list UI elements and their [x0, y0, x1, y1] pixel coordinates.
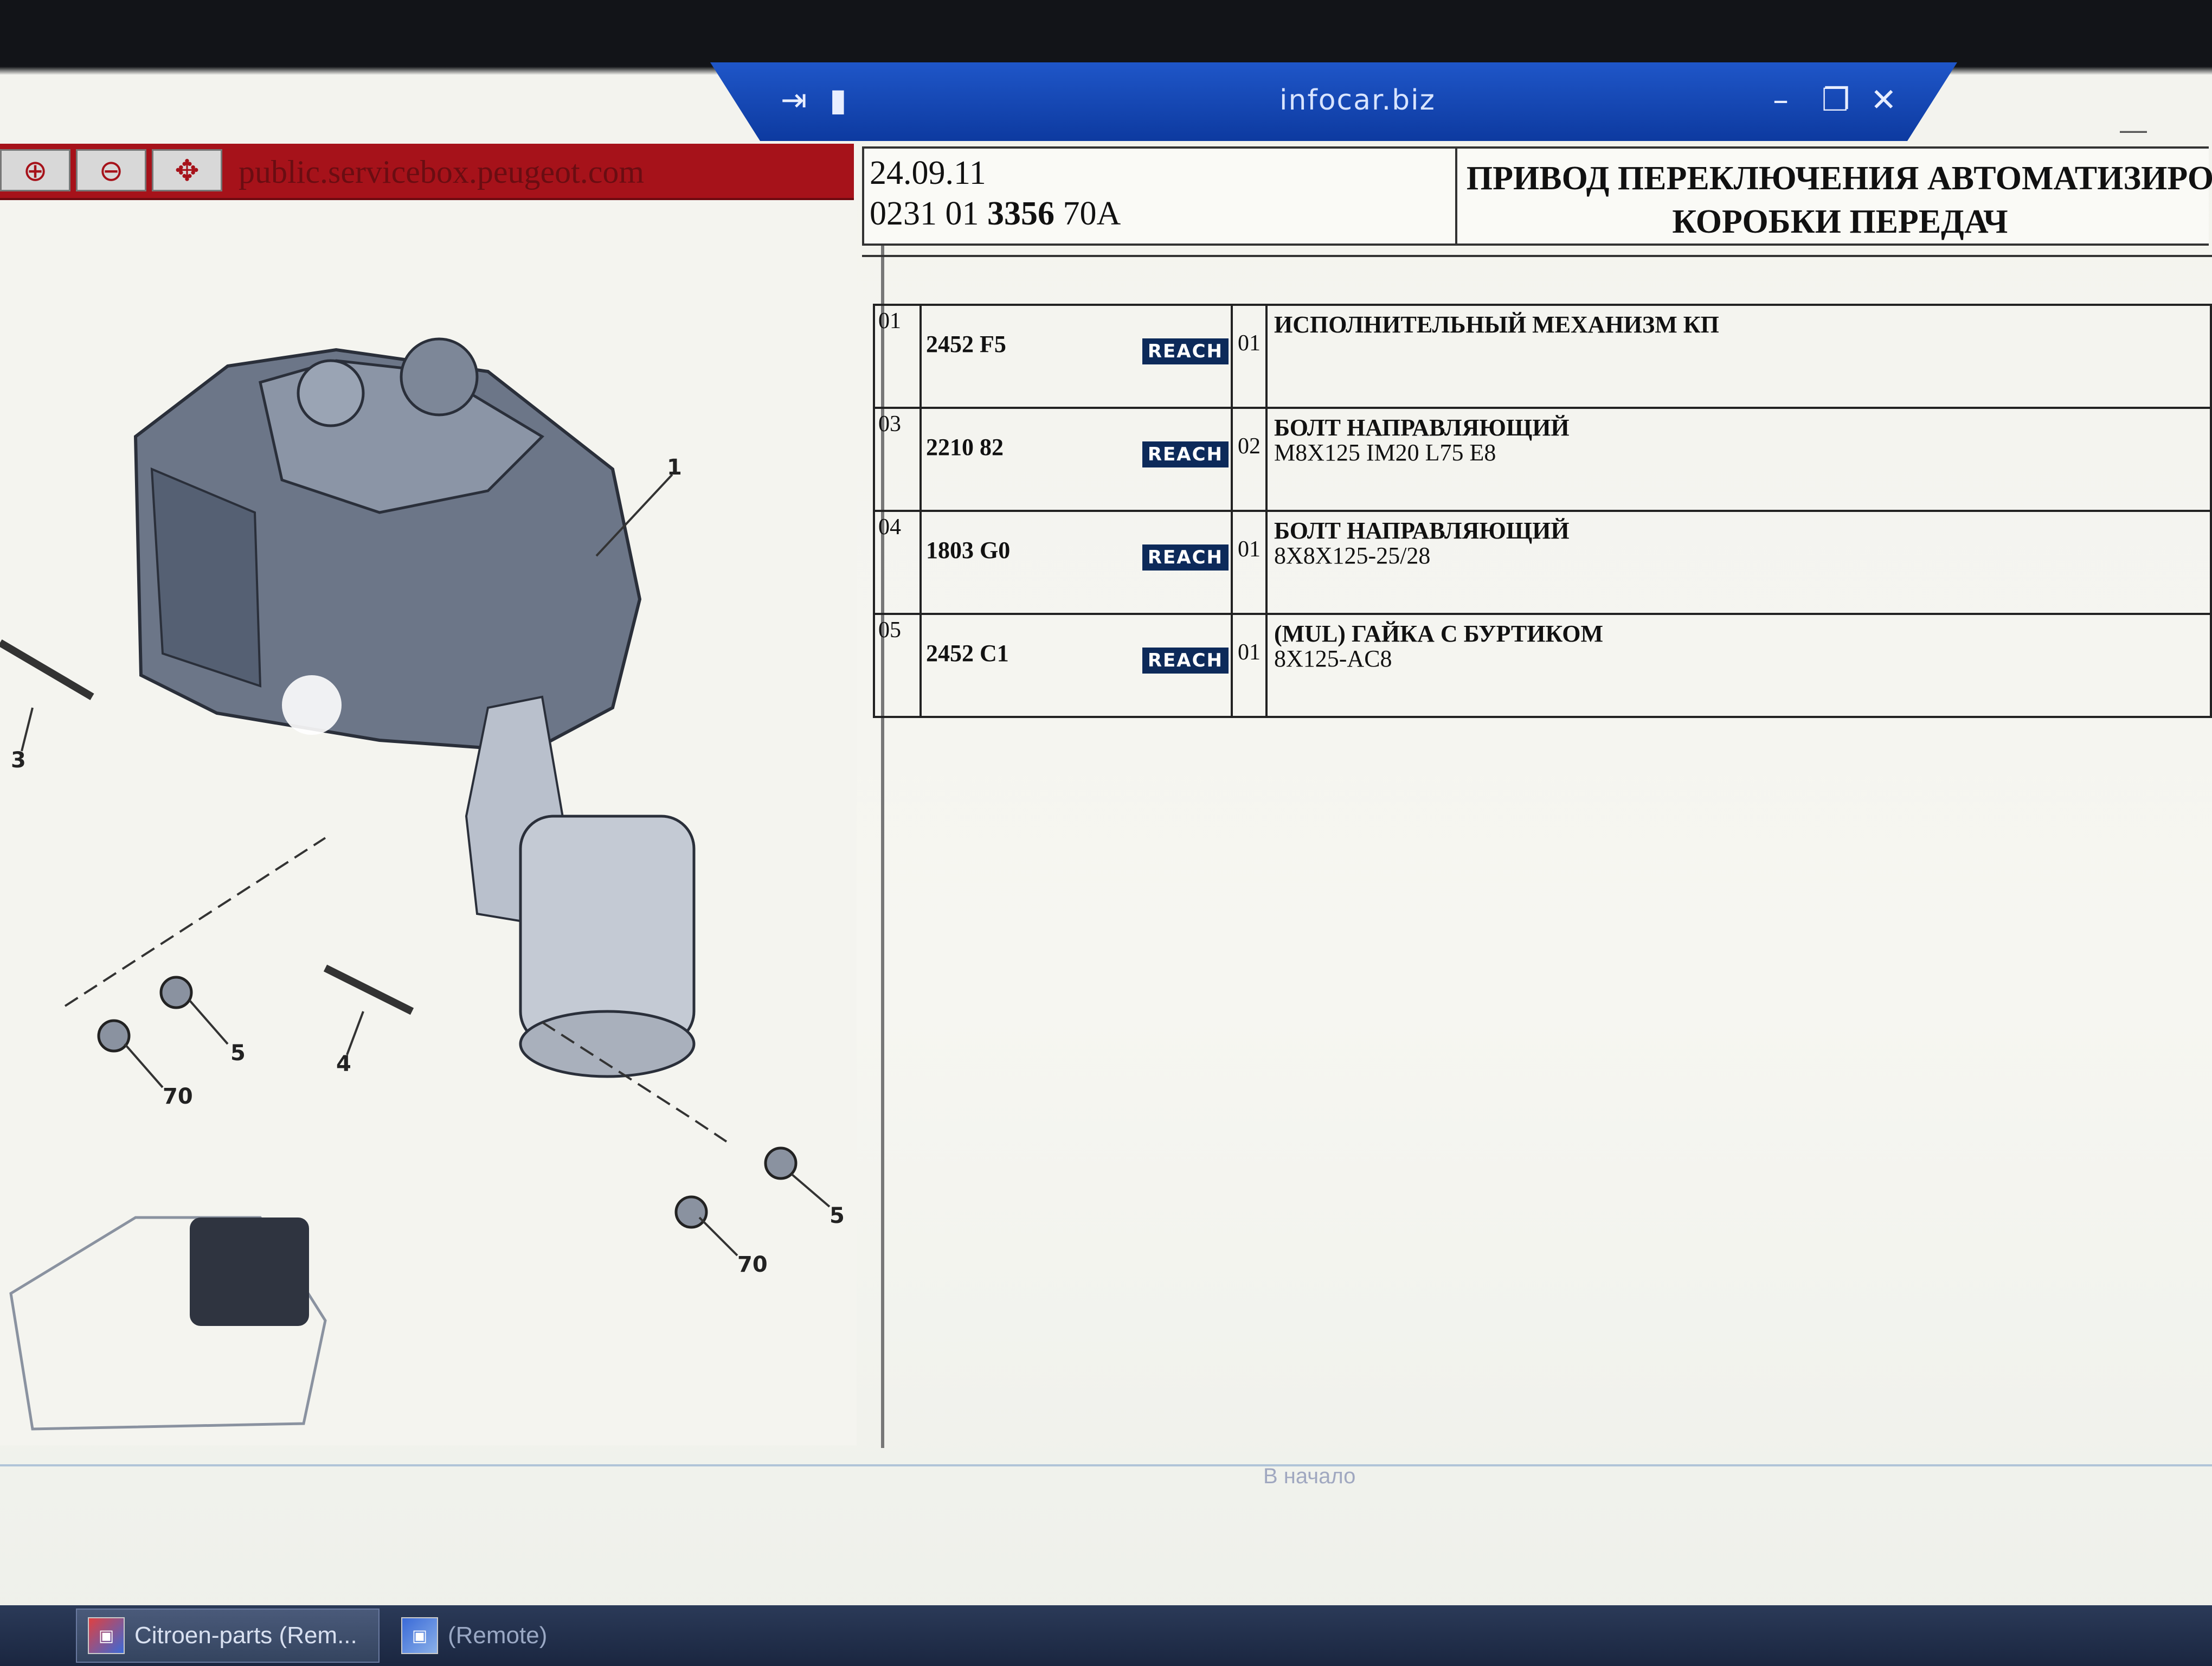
- header-date: 24.09.11: [870, 155, 986, 191]
- taskbar-item-label: Citroen-parts (Rem...: [134, 1622, 357, 1649]
- actuator-illustration: [133, 337, 696, 1078]
- part-spec: 8X8X125-25/28: [1274, 542, 1431, 569]
- part-quantity: 02: [1231, 407, 1268, 512]
- reach-badge[interactable]: REACH: [1142, 544, 1229, 571]
- callout-label: 5: [829, 1203, 845, 1228]
- diagram-toolbar: ⊕ ⊖ ✥ public.servicebox.peugeot.com: [0, 144, 854, 200]
- header-code: 0231 01 3356 70A: [870, 195, 1121, 232]
- table-row[interactable]: 05 2452 C1 REACH 01 (MUL) ГАЙКА С БУРТИК…: [873, 613, 2212, 718]
- part-reference[interactable]: 1803 G0: [926, 536, 1010, 564]
- zoom-in-icon: ⊕: [23, 153, 48, 188]
- page-title: ПРИВОД ПЕРЕКЛЮЧЕНИЯ АВТОМАТИЗИРО КОРОБКИ…: [1466, 160, 2212, 240]
- part-ref-cell: 2452 F5 REACH: [919, 304, 1233, 409]
- part-quantity: 01: [1231, 304, 1268, 409]
- table-row[interactable]: 04 1803 G0 REACH 01 БОЛТ НАПРАВЛЯЮЩИЙ 8X…: [873, 510, 2212, 615]
- part-position: 04: [873, 510, 922, 615]
- footer-divider: [0, 1464, 2212, 1466]
- parts-pane: 24.09.11 0231 01 3356 70A ПРИВОД ПЕРЕКЛЮ…: [862, 144, 2212, 1456]
- part-reference[interactable]: 2452 F5: [926, 330, 1006, 358]
- header-separator: [1455, 149, 1457, 244]
- part-position: 05: [873, 613, 922, 718]
- remote-app-icon: ▣: [88, 1617, 125, 1654]
- zoom-fit-icon: ✥: [175, 153, 200, 188]
- table-row[interactable]: 03 2210 82 REACH 02 БОЛТ НАПРАВЛЯЮЩИЙ M8…: [873, 407, 2212, 512]
- part-ref-cell: 1803 G0 REACH: [919, 510, 1233, 615]
- part-ref-cell: 2210 82 REACH: [919, 407, 1233, 512]
- minimize-icon[interactable]: –: [1773, 81, 1789, 118]
- reach-badge[interactable]: REACH: [1142, 338, 1229, 364]
- parts-diagram[interactable]: 1 3 4 5 70 5 70 010 00089450: [0, 209, 857, 1445]
- part-spec: 8X125-AC8: [1274, 645, 1392, 672]
- callout-label: 5: [230, 1041, 246, 1066]
- parts-table: 01 2452 F5 REACH 01 ИСПОЛНИТЕЛЬНЫЙ МЕХАН…: [873, 304, 2212, 718]
- taskbar-item-label: (Remote): [448, 1622, 548, 1649]
- zoom-fit-button[interactable]: ✥: [152, 149, 222, 191]
- part-spec: M8X125 IM20 L75 E8: [1274, 439, 1496, 466]
- part-description: (MUL) ГАЙКА С БУРТИКОМ 8X125-AC8: [1265, 613, 2212, 718]
- part-quantity: 01: [1231, 510, 1268, 615]
- part-name: БОЛТ НАПРАВЛЯЮЩИЙ: [1274, 414, 1570, 441]
- part-ref-cell: 2452 C1 REACH: [919, 613, 1233, 718]
- zoom-in-button[interactable]: ⊕: [0, 149, 70, 191]
- part-name: ИСПОЛНИТЕЛЬНЫЙ МЕХАНИЗМ КП: [1274, 311, 1719, 338]
- taskbar: ▣ Citroen-parts (Rem... ▣ (Remote): [0, 1605, 2212, 1666]
- callout-label: 70: [737, 1252, 768, 1277]
- remote-session-bar[interactable]: ⇥ ▮ infocar.biz – ❐ ✕: [710, 62, 1957, 141]
- part-description: ИСПОЛНИТЕЛЬНЫЙ МЕХАНИЗМ КП: [1265, 304, 2212, 409]
- outer-minimize-icon[interactable]: —: [2120, 114, 2147, 145]
- transmission-inset: [9, 1216, 327, 1431]
- part-quantity: 01: [1231, 613, 1268, 718]
- diagram-pane: ⊕ ⊖ ✥ public.servicebox.peugeot.com 1 3 …: [0, 144, 857, 1445]
- header-code-bold: 3356: [987, 195, 1054, 232]
- parts-header: 24.09.11 0231 01 3356 70A ПРИВОД ПЕРЕКЛЮ…: [862, 146, 2212, 246]
- part-reference[interactable]: 2452 C1: [926, 639, 1009, 667]
- part-position: 01: [873, 304, 922, 409]
- callout-label: 1: [667, 455, 682, 480]
- header-divider: [862, 255, 2212, 257]
- site-url: public.servicebox.peugeot.com: [239, 154, 645, 190]
- remote-desktop-icon: ▣: [401, 1617, 438, 1654]
- part-name: (MUL) ГАЙКА С БУРТИКОМ: [1274, 620, 1603, 647]
- taskbar-item-citroen-parts[interactable]: ▣ Citroen-parts (Rem...: [76, 1609, 380, 1663]
- callout-label: 3: [11, 748, 26, 773]
- part-position: 03: [873, 407, 922, 512]
- signal-icon: ▮: [829, 81, 847, 118]
- reach-badge[interactable]: REACH: [1142, 648, 1229, 674]
- zoom-out-button[interactable]: ⊖: [76, 149, 146, 191]
- taskbar-item-remote[interactable]: ▣ (Remote): [390, 1609, 694, 1663]
- reach-badge[interactable]: REACH: [1142, 441, 1229, 467]
- part-reference[interactable]: 2210 82: [926, 433, 1004, 461]
- restore-icon[interactable]: ❐: [1822, 81, 1850, 118]
- part-description: БОЛТ НАПРАВЛЯЮЩИЙ M8X125 IM20 L75 E8: [1265, 407, 2212, 512]
- remote-session-title: infocar.biz: [1279, 84, 1436, 117]
- table-row[interactable]: 01 2452 F5 REACH 01 ИСПОЛНИТЕЛЬНЫЙ МЕХАН…: [873, 304, 2212, 409]
- zoom-out-icon: ⊖: [99, 153, 124, 188]
- close-icon[interactable]: ✕: [1870, 81, 1897, 118]
- callout-label: 4: [336, 1052, 351, 1077]
- callout-label: 70: [163, 1084, 193, 1109]
- part-name: БОЛТ НАПРАВЛЯЮЩИЙ: [1274, 517, 1570, 544]
- home-link[interactable]: В начало: [1263, 1464, 1355, 1489]
- pin-icon[interactable]: ⇥: [781, 81, 807, 118]
- part-description: БОЛТ НАПРАВЛЯЮЩИЙ 8X8X125-25/28: [1265, 510, 2212, 615]
- screen: ⇥ ▮ infocar.biz – ❐ ✕ — ⊕ ⊖ ✥ public.ser…: [0, 0, 2212, 1666]
